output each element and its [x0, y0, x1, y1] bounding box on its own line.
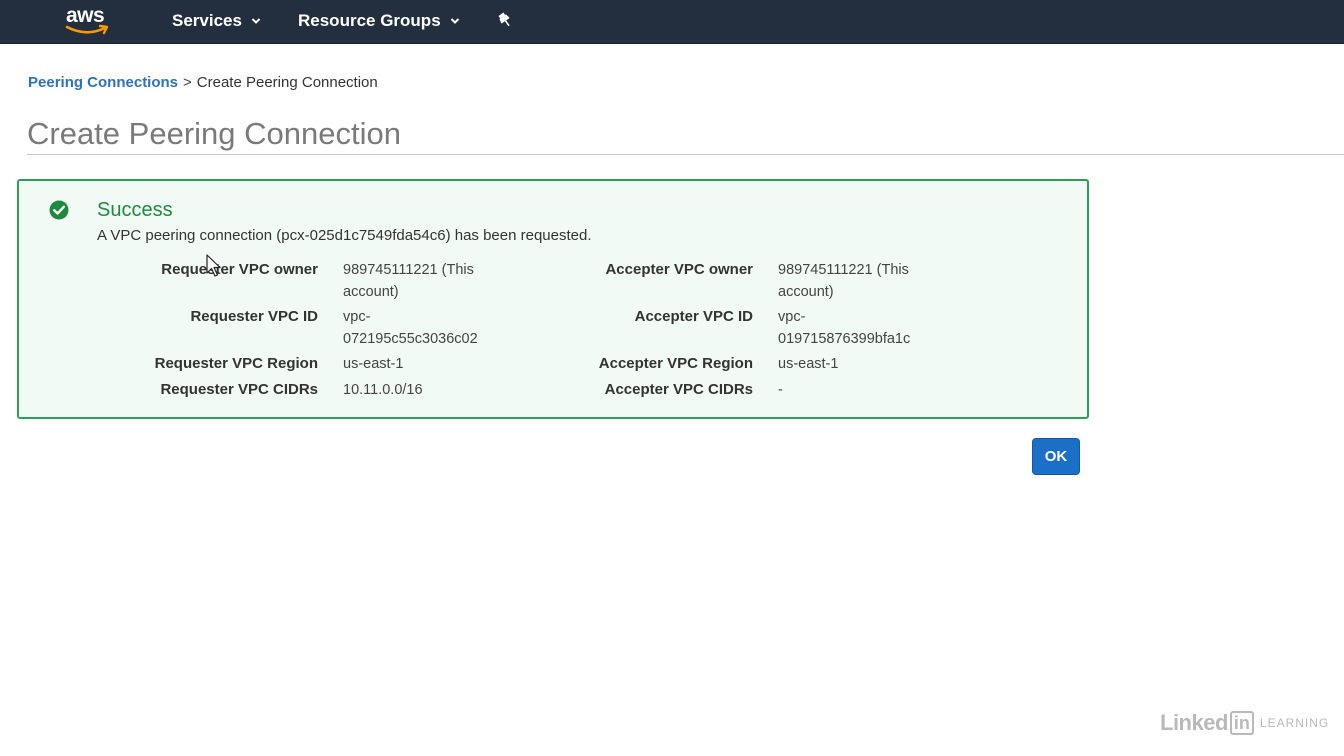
requester-owner-value: 989745111221 (This account)	[343, 262, 474, 300]
watermark-linked-text: Linked	[1160, 710, 1228, 735]
check-circle-icon	[49, 200, 69, 220]
chevron-down-icon	[251, 18, 261, 24]
services-menu-label: Services	[172, 11, 242, 30]
mouse-pointer-icon	[206, 254, 221, 277]
success-message: A VPC peering connection (pcx-025d1c7549…	[97, 227, 592, 244]
accepter-id-value: vpc- 019715876399bfa1c	[778, 306, 938, 350]
breadcrumb-peering-connections-link[interactable]: Peering Connections	[28, 74, 178, 91]
aws-smile-icon	[65, 24, 109, 35]
accepter-region-value: us-east-1	[778, 356, 839, 372]
resource-groups-menu-label: Resource Groups	[298, 11, 441, 30]
accepter-cidrs-label: Accepter VPC CIDRs	[604, 381, 753, 398]
accepter-cidrs-value: -	[778, 382, 783, 398]
requester-id-value: vpc- 072195c55c3036c02	[343, 306, 483, 350]
requester-region-label: Requester VPC Region	[154, 355, 318, 372]
top-navigation-bar: aws Services Resource Groups	[0, 0, 1344, 44]
requester-id-prefix: vpc-	[343, 309, 371, 325]
requester-id-suffix: 072195c55c3036c02	[343, 331, 478, 347]
breadcrumb-current: Create Peering Connection	[196, 74, 378, 91]
linkedin-learning-watermark: Linked in LEARNING	[1160, 710, 1329, 736]
page-title: Create Peering Connection	[27, 116, 401, 151]
pin-icon[interactable]	[496, 11, 514, 29]
accepter-owner-label: Accepter VPC owner	[605, 261, 753, 278]
requester-cidrs-value: 10.11.0.0/16	[343, 382, 423, 398]
aws-logo[interactable]: aws	[64, 4, 114, 36]
accepter-id-label: Accepter VPC ID	[634, 308, 753, 325]
accepter-id-prefix: vpc-	[778, 309, 806, 325]
breadcrumb: Peering Connections > Create Peering Conne…	[28, 74, 378, 91]
accepter-owner-value: 989745111221 (This account)	[778, 262, 909, 300]
success-title: Success	[97, 199, 173, 221]
title-divider	[27, 154, 1344, 155]
requester-owner-label: Requester VPC owner	[161, 261, 318, 278]
chevron-down-icon	[450, 18, 459, 24]
requester-region-value: us-east-1	[343, 356, 404, 372]
requester-id-label: Requester VPC ID	[190, 308, 318, 325]
requester-cidrs-label: Requester VPC CIDRs	[160, 381, 318, 398]
accepter-region-label: Accepter VPC Region	[598, 355, 753, 372]
services-menu[interactable]: Services	[172, 10, 261, 32]
watermark-in-logo: in	[1229, 711, 1254, 735]
watermark-learning-text: LEARNING	[1259, 716, 1330, 730]
resource-groups-menu[interactable]: Resource Groups	[298, 10, 460, 32]
success-panel: Success A VPC peering connection (pcx-02…	[17, 179, 1089, 419]
ok-button[interactable]: OK	[1032, 438, 1080, 475]
breadcrumb-separator: >	[183, 74, 192, 91]
accepter-id-suffix: 019715876399bfa1c	[778, 331, 911, 347]
